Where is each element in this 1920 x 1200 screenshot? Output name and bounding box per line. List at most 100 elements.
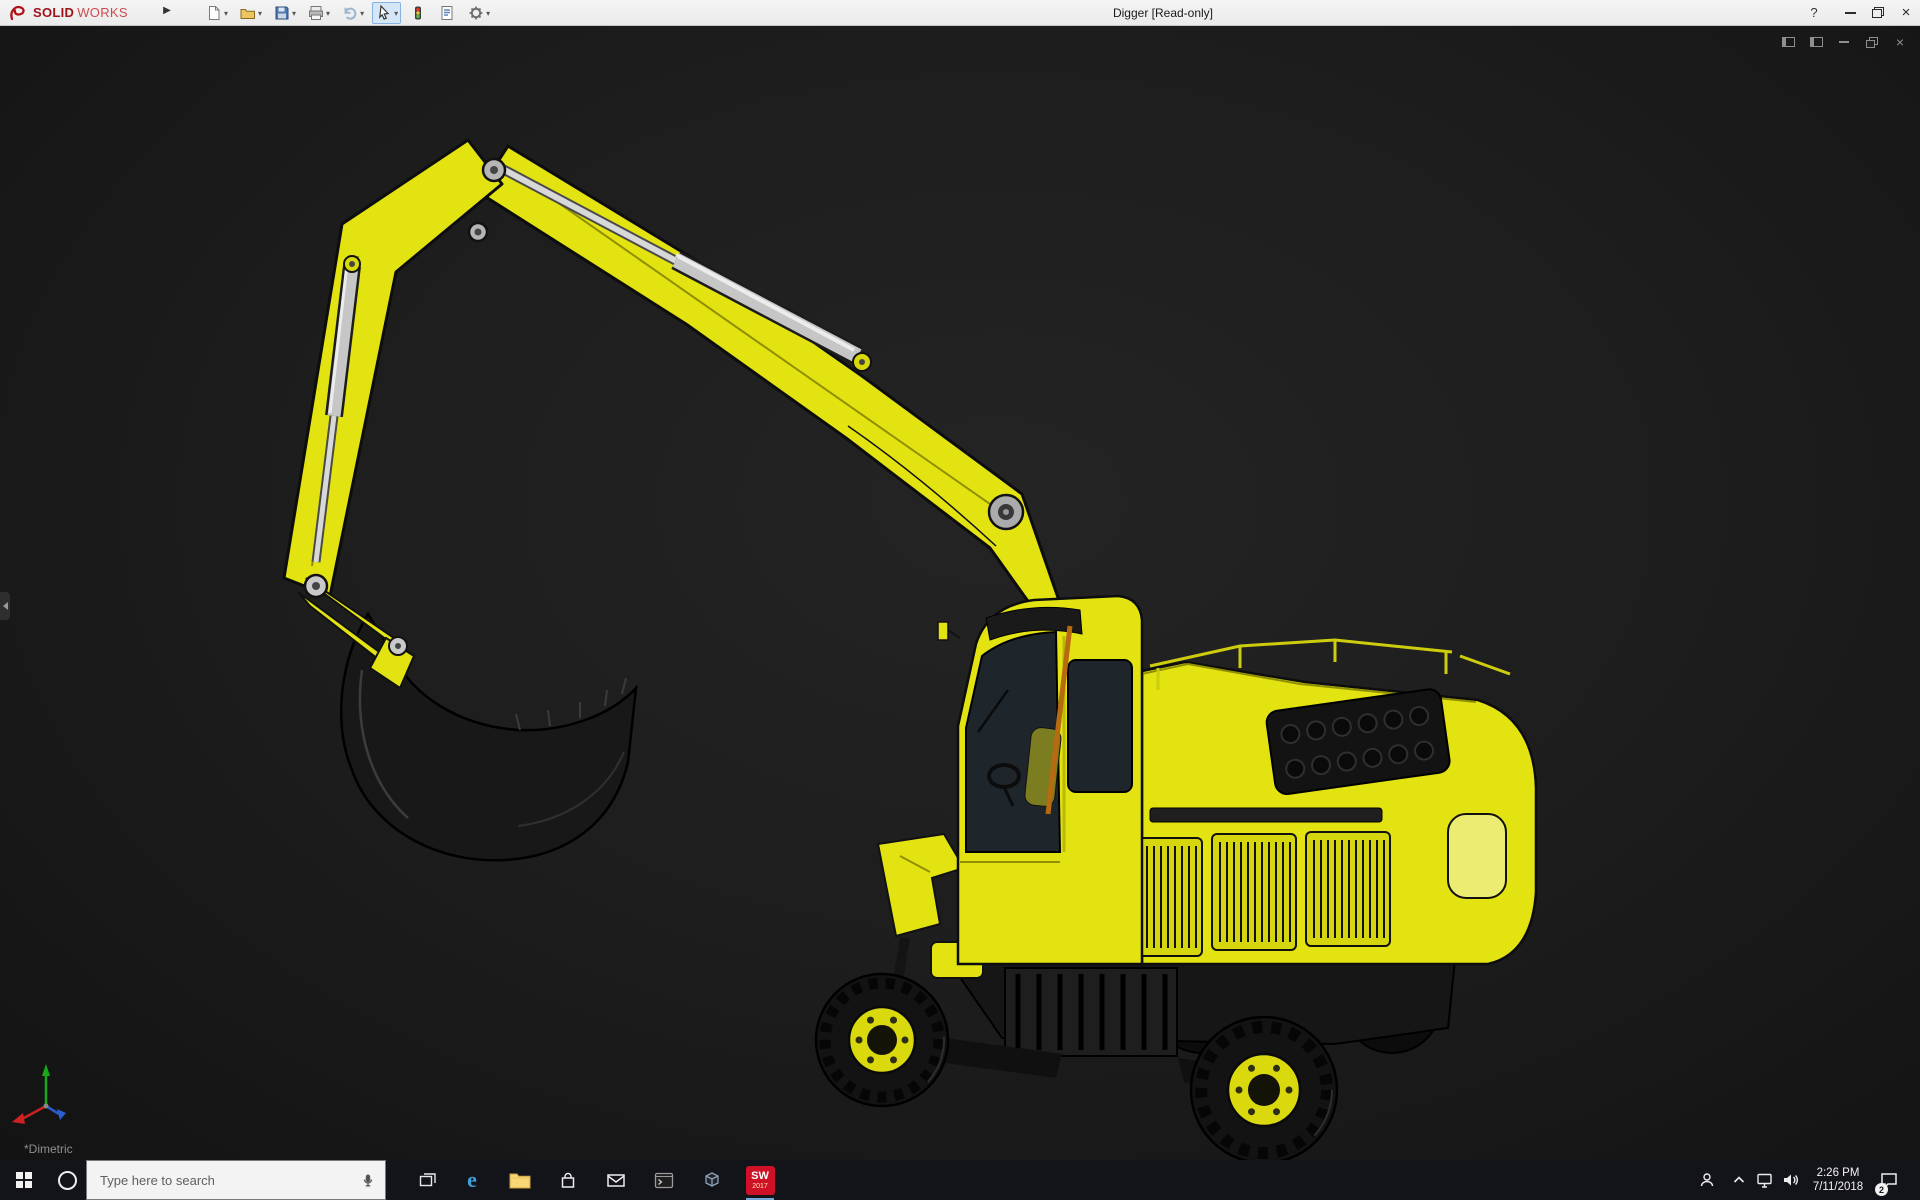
graphics-area[interactable]: × *Dimetric <box>0 26 1920 1160</box>
help-button[interactable]: ? <box>1802 0 1826 25</box>
dropdown-arrow-icon[interactable]: ▾ <box>486 9 490 18</box>
cube-app-button[interactable] <box>690 1160 734 1200</box>
network-button[interactable] <box>1752 1160 1778 1200</box>
console-icon <box>654 1172 674 1188</box>
new-document-button[interactable]: ▾ <box>202 2 231 24</box>
solidworks-swirl-icon <box>10 5 25 21</box>
solidworks-window: SOLID WORKS ▶ ▾ ▾ ▾ ▾ ▾ ▾ ▾ Digger [Read… <box>0 0 1920 1200</box>
rebuild-traffic-light-icon <box>415 6 422 20</box>
microphone-button[interactable] <box>360 1172 376 1188</box>
excavator-3d-model[interactable] <box>0 26 1920 1160</box>
store-button[interactable] <box>546 1160 590 1200</box>
viewport-split-button[interactable] <box>1808 35 1824 49</box>
undo-arrow-icon <box>344 7 357 20</box>
start-button[interactable] <box>0 1160 48 1200</box>
file-properties-button[interactable] <box>435 2 459 24</box>
featuremanager-collapsed-tab[interactable] <box>0 592 10 620</box>
taskbar-clock[interactable]: 2:26 PM 7/11/2018 <box>1806 1160 1870 1200</box>
print-button[interactable]: ▾ <box>304 2 333 24</box>
network-icon <box>1757 1173 1772 1188</box>
task-view-button[interactable] <box>406 1160 450 1200</box>
restore-button[interactable] <box>1864 0 1892 25</box>
hidden-icons-button[interactable] <box>1726 1160 1752 1200</box>
doc-close-button[interactable]: × <box>1892 35 1908 49</box>
doc-minimize-icon <box>1839 41 1849 43</box>
mail-icon <box>607 1174 625 1187</box>
dropdown-arrow-icon[interactable]: ▾ <box>224 9 228 18</box>
people-icon <box>1700 1173 1714 1187</box>
boom-cylinder <box>494 161 872 372</box>
close-button[interactable]: × <box>1892 0 1920 25</box>
boom <box>476 144 1064 620</box>
clock-time: 2:26 PM <box>1816 1167 1860 1179</box>
pane-icon <box>1781 37 1795 47</box>
dropdown-arrow-icon[interactable]: ▾ <box>360 9 364 18</box>
titlebar: SOLID WORKS ▶ ▾ ▾ ▾ ▾ ▾ ▾ ▾ Digger [Read… <box>0 0 1920 26</box>
split-pane-icon <box>1809 37 1823 47</box>
upper-body-housing <box>1117 638 1538 966</box>
side-window <box>1067 659 1133 793</box>
cortana-button[interactable] <box>50 1160 84 1200</box>
windows-logo-icon <box>16 1172 32 1188</box>
store-icon <box>561 1172 575 1188</box>
cab <box>937 594 1144 966</box>
front-wheel <box>814 972 950 1108</box>
restore-icon <box>1872 7 1884 18</box>
people-button[interactable] <box>1694 1160 1720 1200</box>
doc-restore-icon <box>1866 36 1878 48</box>
save-button[interactable]: ▾ <box>270 2 299 24</box>
dropdown-arrow-icon[interactable]: ▾ <box>326 9 330 18</box>
close-icon: × <box>1901 4 1911 21</box>
minimize-icon <box>1844 11 1856 14</box>
print-icon <box>309 6 324 20</box>
select-cursor-icon <box>379 4 390 20</box>
window-title: Digger [Read-only] <box>1112 6 1214 20</box>
action-center-button[interactable]: 2 <box>1872 1160 1906 1200</box>
doc-restore-button[interactable] <box>1864 35 1880 49</box>
clock-date: 7/11/2018 <box>1812 1181 1864 1193</box>
menu-flyout-arrow[interactable]: ▶ <box>160 5 174 16</box>
taskbar-search <box>86 1160 386 1200</box>
rear-wheel <box>1189 1015 1339 1160</box>
search-input[interactable] <box>87 1172 360 1188</box>
mail-button[interactable] <box>594 1160 638 1200</box>
console-app-button[interactable] <box>642 1160 686 1200</box>
speaker-icon <box>1784 1174 1798 1186</box>
options-gear-icon <box>469 6 483 20</box>
windows-taskbar: e SW 2017 <box>0 1160 1920 1200</box>
task-view-icon <box>419 1173 436 1187</box>
microphone-icon <box>363 1174 373 1187</box>
volume-button[interactable] <box>1778 1160 1804 1200</box>
file-explorer-button[interactable] <box>498 1160 542 1200</box>
brand-text-works: WORKS <box>77 5 128 20</box>
solidworks-taskbar-button[interactable]: SW 2017 <box>738 1160 782 1200</box>
file-explorer-icon <box>509 1173 531 1189</box>
orientation-label: *Dimetric <box>24 1142 73 1156</box>
minimize-button[interactable] <box>1836 0 1864 25</box>
dropdown-arrow-icon[interactable]: ▾ <box>394 9 398 18</box>
cortana-ring-icon <box>57 1170 77 1190</box>
side-grille <box>1117 831 1391 957</box>
orientation-triad <box>12 1064 66 1124</box>
options-button[interactable]: ▾ <box>464 2 493 24</box>
doc-minimize-button[interactable] <box>1836 35 1852 49</box>
solidworks-logo: SOLID WORKS <box>8 3 128 22</box>
rebuild-button[interactable] <box>406 2 430 24</box>
select-button[interactable]: ▾ <box>372 2 402 24</box>
dropdown-arrow-icon[interactable]: ▾ <box>292 9 296 18</box>
viewport-pane-button[interactable] <box>1780 35 1796 49</box>
chevron-up-icon <box>1733 1176 1745 1183</box>
mirror <box>937 621 949 641</box>
new-document-icon <box>209 6 220 20</box>
edge-icon: e <box>467 1168 477 1192</box>
open-folder-icon <box>240 9 256 19</box>
save-floppy-icon <box>275 6 289 20</box>
file-properties-icon <box>441 6 453 20</box>
edge-button[interactable]: e <box>450 1160 494 1200</box>
open-button[interactable]: ▾ <box>236 2 265 24</box>
dropdown-arrow-icon[interactable]: ▾ <box>258 9 262 18</box>
svg-text:e: e <box>467 1168 477 1192</box>
quick-access-toolbar: ▾ ▾ ▾ ▾ ▾ ▾ ▾ <box>202 1 493 25</box>
expand-panel-arrow-icon <box>2 602 8 610</box>
undo-button[interactable]: ▾ <box>338 2 367 24</box>
